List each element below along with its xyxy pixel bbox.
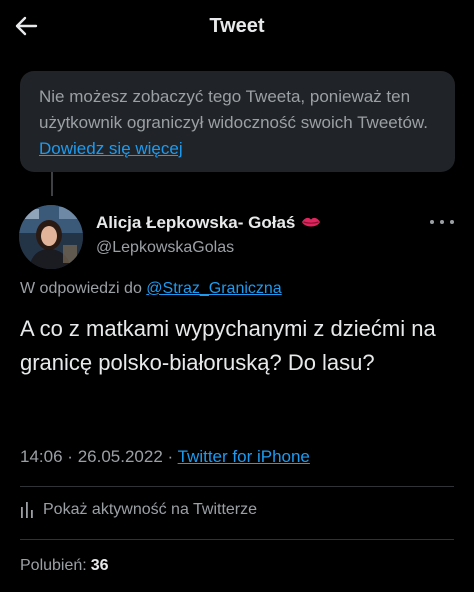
header-bar: Tweet [0,0,474,54]
reply-mention-link[interactable]: @Straz_Graniczna [146,280,281,297]
tweet-text: A co z matkami wypychanymi z dziećmi na … [20,316,436,375]
divider [20,486,454,487]
meta-separator: · [67,447,73,466]
likes-number: 36 [90,557,109,574]
view-activity-label: Pokaż aktywność na Twitterze [43,501,258,518]
avatar[interactable] [19,205,83,269]
lips-emoji [302,217,321,227]
page-title: Tweet [209,15,265,37]
dot-icon [450,220,454,224]
dot-icon [430,220,434,224]
learn-more-link[interactable]: Dowiedz się więcej [39,139,183,158]
meta-separator: · [167,447,174,466]
dot-icon [440,220,444,224]
view-activity-button[interactable]: Pokaż aktywność na Twitterze [20,501,257,519]
author-name-text: Alicja Łepkowska- Gołaś [96,213,296,232]
likes-count[interactable]: Polubień: 36 [20,557,109,575]
reply-prefix: W odpowiedzi do [20,280,142,297]
tweet-time: 14:06 [20,447,63,466]
analytics-bars-icon [21,502,33,518]
likes-label: Polubień: [20,557,87,574]
author-handle[interactable]: @LepkowskaGolas [96,239,234,257]
tweet-date: 26.05.2022 [77,447,163,466]
tweet-meta: 14:06 · 26.05.2022 · Twitter for iPhone [20,447,310,467]
more-options-button[interactable] [430,212,454,232]
author-name[interactable]: Alicja Łepkowska- Gołaś [96,213,321,233]
avatar-image [19,205,83,269]
restricted-tweet-notice: Nie możesz zobaczyć tego Tweeta, poniewa… [20,71,455,172]
notice-text: Nie możesz zobaczyć tego Tweeta, poniewa… [39,87,428,132]
divider [20,539,454,540]
tweet-source-link[interactable]: Twitter for iPhone [178,447,310,466]
thread-connector [51,172,53,196]
reply-context: W odpowiedzi do @Straz_Graniczna [20,280,282,298]
